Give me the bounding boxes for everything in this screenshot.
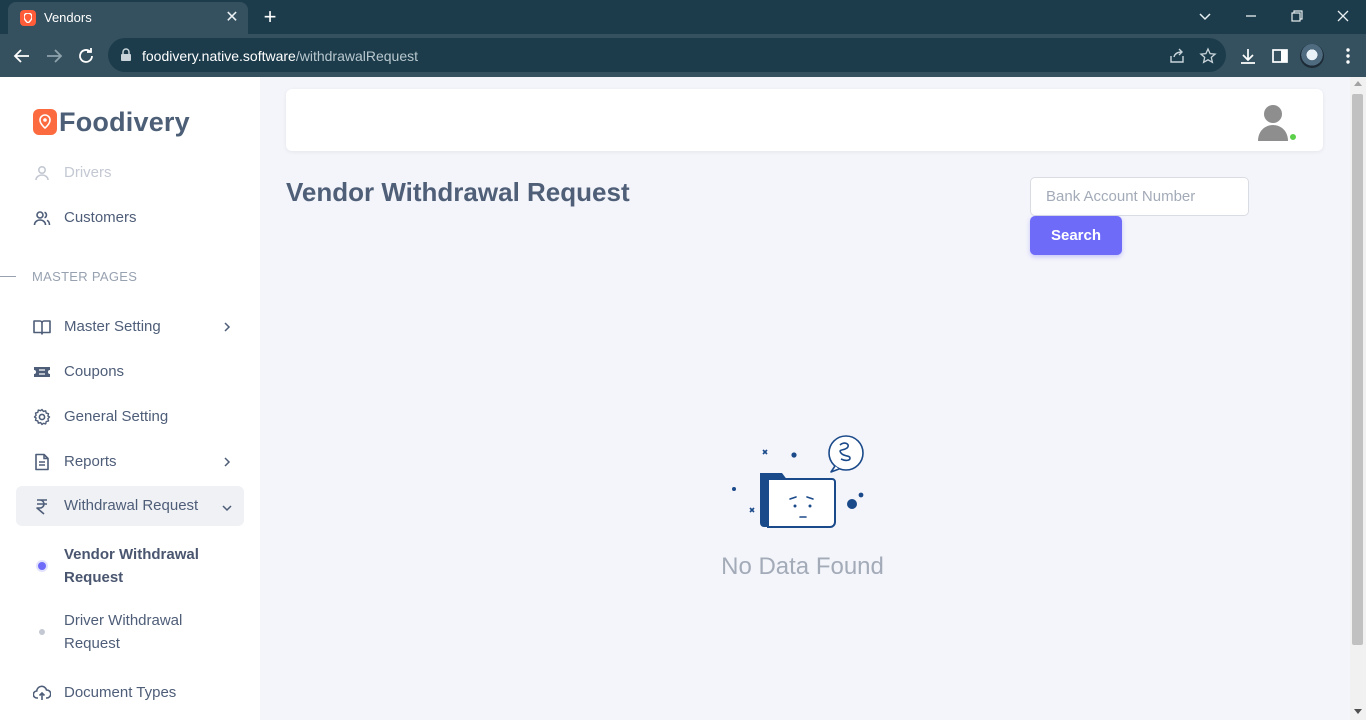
share-icon[interactable] <box>1168 47 1186 65</box>
user-icon <box>33 164 51 182</box>
tab-search-chevron-icon[interactable] <box>1195 6 1215 26</box>
download-icon[interactable] <box>1238 46 1258 66</box>
sidebar-item-document-types[interactable]: Document Types <box>16 673 244 713</box>
sidebar-item-customers[interactable]: Customers <box>16 198 244 238</box>
sidebar-item-general-setting[interactable]: General Setting <box>16 397 244 437</box>
sidebar-item-drivers[interactable]: Drivers <box>16 153 244 193</box>
page-scrollbar[interactable] <box>1350 77 1366 720</box>
sidebar-item-label: General Setting <box>64 408 169 425</box>
ticket-icon <box>33 363 51 381</box>
minimize-icon[interactable] <box>1241 6 1261 26</box>
empty-folder-illustration <box>728 433 873 533</box>
sidebar-item-withdrawal-request[interactable]: Withdrawal Request <box>16 486 244 526</box>
close-window-icon[interactable] <box>1333 6 1353 26</box>
book-open-icon <box>33 318 51 336</box>
sidebar-item-master-setting[interactable]: Master Setting <box>16 307 244 347</box>
browser-tab-strip: Vendors ✕ + <box>0 0 1366 34</box>
side-panel-icon[interactable] <box>1270 46 1290 66</box>
top-navbar <box>286 89 1323 151</box>
restore-icon[interactable] <box>1287 6 1307 26</box>
reload-icon[interactable] <box>75 45 97 67</box>
sidebar-subitem-driver-withdrawal[interactable]: Driver Withdrawal Request <box>16 609 244 655</box>
sidebar-item-reports[interactable]: Reports <box>16 442 244 482</box>
active-dot-icon <box>38 562 46 570</box>
main-content: Vendor Withdrawal Request Search No Data… <box>260 77 1350 720</box>
sidebar-item-label: Master Setting <box>64 318 161 335</box>
new-tab-icon[interactable]: + <box>259 6 281 28</box>
tab-title: Vendors <box>44 10 92 25</box>
sidebar-item-label: Reports <box>64 453 117 470</box>
upload-cloud-icon <box>32 684 52 702</box>
scroll-up-arrow-icon[interactable] <box>1354 81 1362 86</box>
empty-state-message: No Data Found <box>721 553 884 580</box>
chevron-right-icon <box>220 320 234 334</box>
url-path: /withdrawalRequest <box>295 48 418 64</box>
file-text-icon <box>33 453 51 471</box>
star-bookmark-icon[interactable] <box>1199 47 1217 65</box>
section-divider <box>0 276 16 277</box>
chevron-right-icon <box>220 455 234 469</box>
browser-toolbar: foodivery.native.software/withdrawalRequ… <box>0 34 1366 77</box>
search-button[interactable]: Search <box>1030 216 1122 255</box>
favicon-icon <box>20 10 36 26</box>
inactive-dot-icon <box>39 629 45 635</box>
sidebar-item-label: Withdrawal Request <box>64 497 199 514</box>
close-tab-icon[interactable]: ✕ <box>224 10 240 26</box>
more-menu-icon[interactable] <box>1338 46 1358 66</box>
rupee-icon <box>33 497 51 515</box>
gear-icon <box>33 408 51 426</box>
brand-name: Foodivery <box>59 107 190 137</box>
sidebar: Foodivery Drivers Customers MASTER PAGES… <box>0 77 260 720</box>
back-arrow-icon[interactable] <box>11 45 33 67</box>
sidebar-item-label: Coupons <box>64 363 125 380</box>
users-icon <box>33 209 51 227</box>
user-avatar-icon[interactable] <box>1256 103 1290 141</box>
url-text: foodivery.native.software/withdrawalRequ… <box>142 48 418 64</box>
browser-tab[interactable]: Vendors ✕ <box>8 2 248 34</box>
lock-icon <box>120 48 132 67</box>
location-pin-logo-icon <box>33 109 57 135</box>
sidebar-item-coupons[interactable]: Coupons <box>16 352 244 392</box>
sidebar-subitem-vendor-withdrawal[interactable]: Vendor Withdrawal Request <box>16 543 244 589</box>
sidebar-item-label: Drivers <box>64 164 112 181</box>
url-host: foodivery.native.software <box>142 48 296 64</box>
address-bar[interactable]: foodivery.native.software/withdrawalRequ… <box>108 38 1226 72</box>
bank-account-search-input[interactable] <box>1030 177 1249 216</box>
sidebar-subitem-label: Vendor Withdrawal Request <box>64 546 199 586</box>
online-status-badge <box>1288 132 1298 142</box>
chevron-down-icon <box>220 501 234 515</box>
sidebar-subitem-label: Driver Withdrawal Request <box>64 612 183 652</box>
scroll-down-arrow-icon[interactable] <box>1354 709 1362 714</box>
sidebar-item-label: Customers <box>64 209 137 226</box>
section-heading: MASTER PAGES <box>32 269 138 284</box>
page-title: Vendor Withdrawal Request <box>286 177 630 207</box>
scrollbar-thumb[interactable] <box>1352 94 1363 645</box>
forward-arrow-icon[interactable] <box>43 45 65 67</box>
sidebar-item-label: Document Types <box>64 684 177 701</box>
profile-avatar-icon[interactable] <box>1300 44 1324 68</box>
